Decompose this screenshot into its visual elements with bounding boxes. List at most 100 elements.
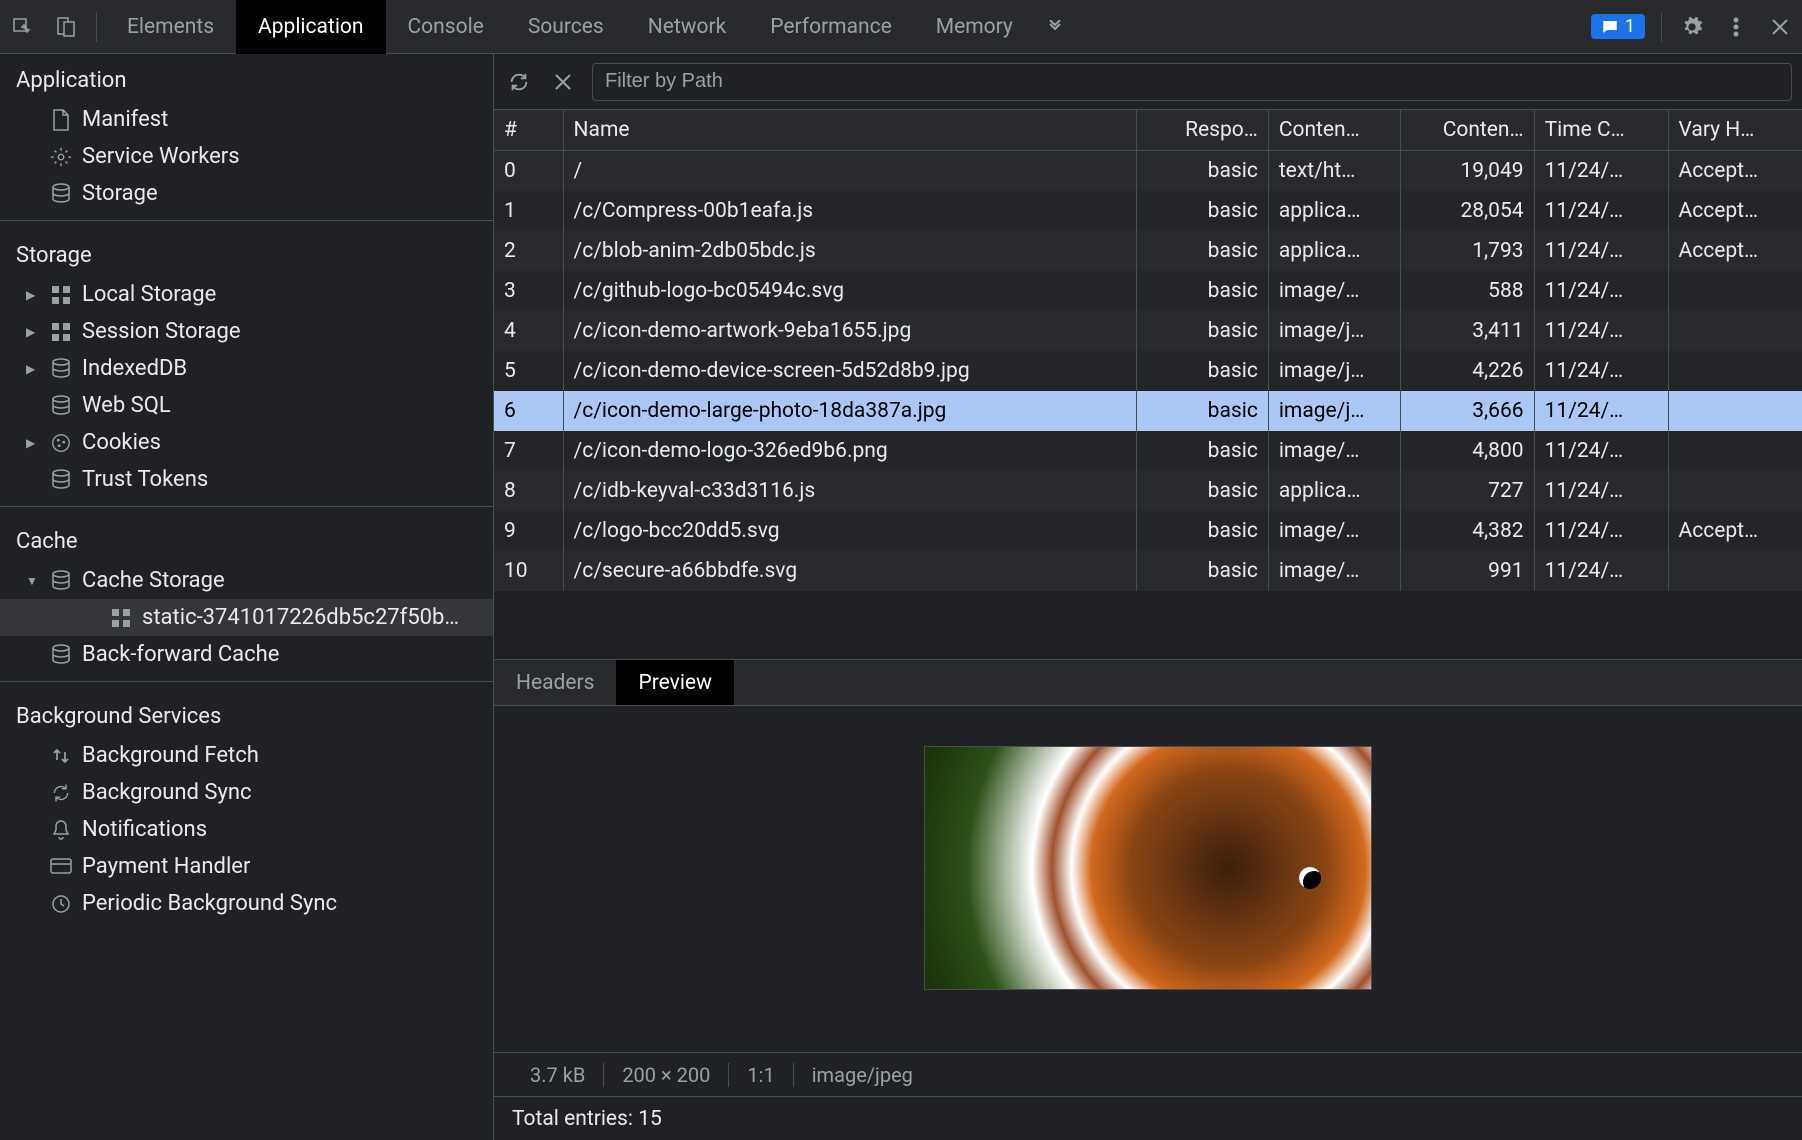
table-row[interactable]: 2/c/blob-anim-2db05bdc.jsbasicapplica…1,… — [494, 231, 1802, 271]
cell-cl: 727 — [1400, 471, 1534, 511]
sidebar-item-storage[interactable]: Storage — [0, 175, 493, 212]
cell-ct: image/… — [1268, 431, 1400, 471]
expand-arrow-icon[interactable]: ▶ — [26, 362, 40, 376]
table-row[interactable]: 3/c/github-logo-bc05494c.svgbasicimage/…… — [494, 271, 1802, 311]
cell-cl: 19,049 — [1400, 151, 1534, 192]
table-row[interactable]: 9/c/logo-bcc20dd5.svgbasicimage/…4,38211… — [494, 511, 1802, 551]
tree-item-label: Background Fetch — [82, 743, 259, 768]
preview-image — [924, 746, 1372, 990]
issues-badge[interactable]: 1 — [1591, 14, 1645, 39]
cell-resp: basic — [1136, 151, 1268, 192]
settings-gear-icon[interactable] — [1670, 0, 1714, 54]
tree-item-label: Background Sync — [82, 780, 252, 805]
tab-network[interactable]: Network — [626, 0, 749, 54]
cell-tc: 11/24/… — [1534, 351, 1668, 391]
cell-resp: basic — [1136, 271, 1268, 311]
table-row[interactable]: 0/basictext/ht…19,04911/24/…Accept… — [494, 151, 1802, 192]
inspect-element-icon[interactable] — [0, 0, 44, 54]
more-tabs-icon[interactable] — [1035, 0, 1079, 54]
table-row[interactable]: 4/c/icon-demo-artwork-9eba1655.jpgbasici… — [494, 311, 1802, 351]
sidebar-item-cookies[interactable]: ▶ Cookies — [0, 424, 493, 461]
sidebar-item-static-3741017226db5c27f50b[interactable]: static-3741017226db5c27f50b… — [0, 599, 493, 636]
cell-cl: 3,666 — [1400, 391, 1534, 431]
column-header[interactable]: Vary H… — [1668, 110, 1802, 151]
delete-icon[interactable] — [548, 73, 578, 91]
column-header[interactable]: Time C… — [1534, 110, 1668, 151]
cell-resp: basic — [1136, 191, 1268, 231]
grid-icon — [110, 607, 132, 629]
column-header[interactable]: Respo… — [1136, 110, 1268, 151]
cell-resp: basic — [1136, 351, 1268, 391]
cell-idx: 7 — [494, 431, 563, 471]
footer-label: Total entries: — [512, 1107, 633, 1131]
tab-memory[interactable]: Memory — [914, 0, 1035, 54]
cell-resp: basic — [1136, 551, 1268, 591]
updown-icon — [50, 745, 72, 767]
content-panel: #NameRespo…Conten…Conten…Time C…Vary H… … — [494, 54, 1802, 1140]
sidebar-item-payment-handler[interactable]: Payment Handler — [0, 848, 493, 885]
sidebar-item-periodic-background-sync[interactable]: Periodic Background Sync — [0, 885, 493, 922]
db-icon — [50, 469, 72, 491]
sidebar-item-background-sync[interactable]: Background Sync — [0, 774, 493, 811]
table-header-row: #NameRespo…Conten…Conten…Time C…Vary H… — [494, 110, 1802, 151]
table-row[interactable]: 7/c/icon-demo-logo-326ed9b6.pngbasicimag… — [494, 431, 1802, 471]
cell-vh: Accept… — [1668, 511, 1802, 551]
db-icon — [50, 570, 72, 592]
sidebar-item-web-sql[interactable]: Web SQL — [0, 387, 493, 424]
tab-performance[interactable]: Performance — [748, 0, 913, 54]
db-icon — [50, 358, 72, 380]
cell-resp: basic — [1136, 231, 1268, 271]
sidebar-item-service-workers[interactable]: Service Workers — [0, 138, 493, 175]
cell-vh — [1668, 431, 1802, 471]
tab-elements[interactable]: Elements — [105, 0, 236, 54]
tab-sources[interactable]: Sources — [506, 0, 626, 54]
tree-item-label: Trust Tokens — [82, 467, 208, 492]
tree-item-label: Web SQL — [82, 393, 171, 418]
sidebar-item-notifications[interactable]: Notifications — [0, 811, 493, 848]
cell-ct: image/… — [1268, 551, 1400, 591]
device-toolbar-icon[interactable] — [44, 0, 88, 54]
column-header[interactable]: Name — [563, 110, 1136, 151]
cell-vh: Accept… — [1668, 231, 1802, 271]
sidebar-item-local-storage[interactable]: ▶Local Storage — [0, 276, 493, 313]
column-header[interactable]: # — [494, 110, 563, 151]
cell-name: /c/secure-a66bbdfe.svg — [563, 551, 1136, 591]
filter-path-input[interactable] — [592, 63, 1792, 101]
section-divider — [0, 220, 493, 221]
table-row[interactable]: 8/c/idb-keyval-c33d3116.jsbasicapplica…7… — [494, 471, 1802, 511]
section-divider — [0, 681, 493, 682]
column-header[interactable]: Conten… — [1400, 110, 1534, 151]
table-row[interactable]: 10/c/secure-a66bbdfe.svgbasicimage/…9911… — [494, 551, 1802, 591]
tree-item-label: Cookies — [82, 430, 161, 455]
kebab-menu-icon[interactable] — [1714, 0, 1758, 54]
sidebar-item-manifest[interactable]: Manifest — [0, 101, 493, 138]
sidebar-item-trust-tokens[interactable]: Trust Tokens — [0, 461, 493, 498]
refresh-icon[interactable] — [504, 71, 534, 93]
detail-tab-preview[interactable]: Preview — [616, 660, 733, 705]
sidebar-item-cache-storage[interactable]: ▼Cache Storage — [0, 562, 493, 599]
footer-bar: Total entries: 15 — [494, 1096, 1802, 1140]
preview-image-area — [494, 706, 1802, 1052]
sidebar-item-session-storage[interactable]: ▶Session Storage — [0, 313, 493, 350]
tab-application[interactable]: Application — [236, 0, 385, 54]
table-row[interactable]: 6/c/icon-demo-large-photo-18da387a.jpgba… — [494, 391, 1802, 431]
detail-tab-headers[interactable]: Headers — [494, 660, 616, 705]
sidebar-item-background-fetch[interactable]: Background Fetch — [0, 737, 493, 774]
section-divider — [0, 506, 493, 507]
sidebar-item-back-forward-cache[interactable]: Back-forward Cache — [0, 636, 493, 673]
column-header[interactable]: Conten… — [1268, 110, 1400, 151]
close-devtools-icon[interactable] — [1758, 0, 1802, 54]
expand-arrow-icon[interactable]: ▶ — [26, 436, 40, 450]
meta-dimensions: 200 × 200 — [604, 1063, 728, 1087]
expand-arrow-icon[interactable]: ▶ — [26, 325, 40, 339]
expand-arrow-icon[interactable]: ▼ — [26, 574, 40, 588]
cell-ct: applica… — [1268, 471, 1400, 511]
table-row[interactable]: 1/c/Compress-00b1eafa.jsbasicapplica…28,… — [494, 191, 1802, 231]
cell-vh — [1668, 311, 1802, 351]
expand-arrow-icon[interactable]: ▶ — [26, 288, 40, 302]
cell-tc: 11/24/… — [1534, 391, 1668, 431]
table-row[interactable]: 5/c/icon-demo-device-screen-5d52d8b9.jpg… — [494, 351, 1802, 391]
tab-console[interactable]: Console — [386, 0, 506, 54]
sidebar-item-indexeddb[interactable]: ▶IndexedDB — [0, 350, 493, 387]
cell-name: /c/blob-anim-2db05bdc.js — [563, 231, 1136, 271]
